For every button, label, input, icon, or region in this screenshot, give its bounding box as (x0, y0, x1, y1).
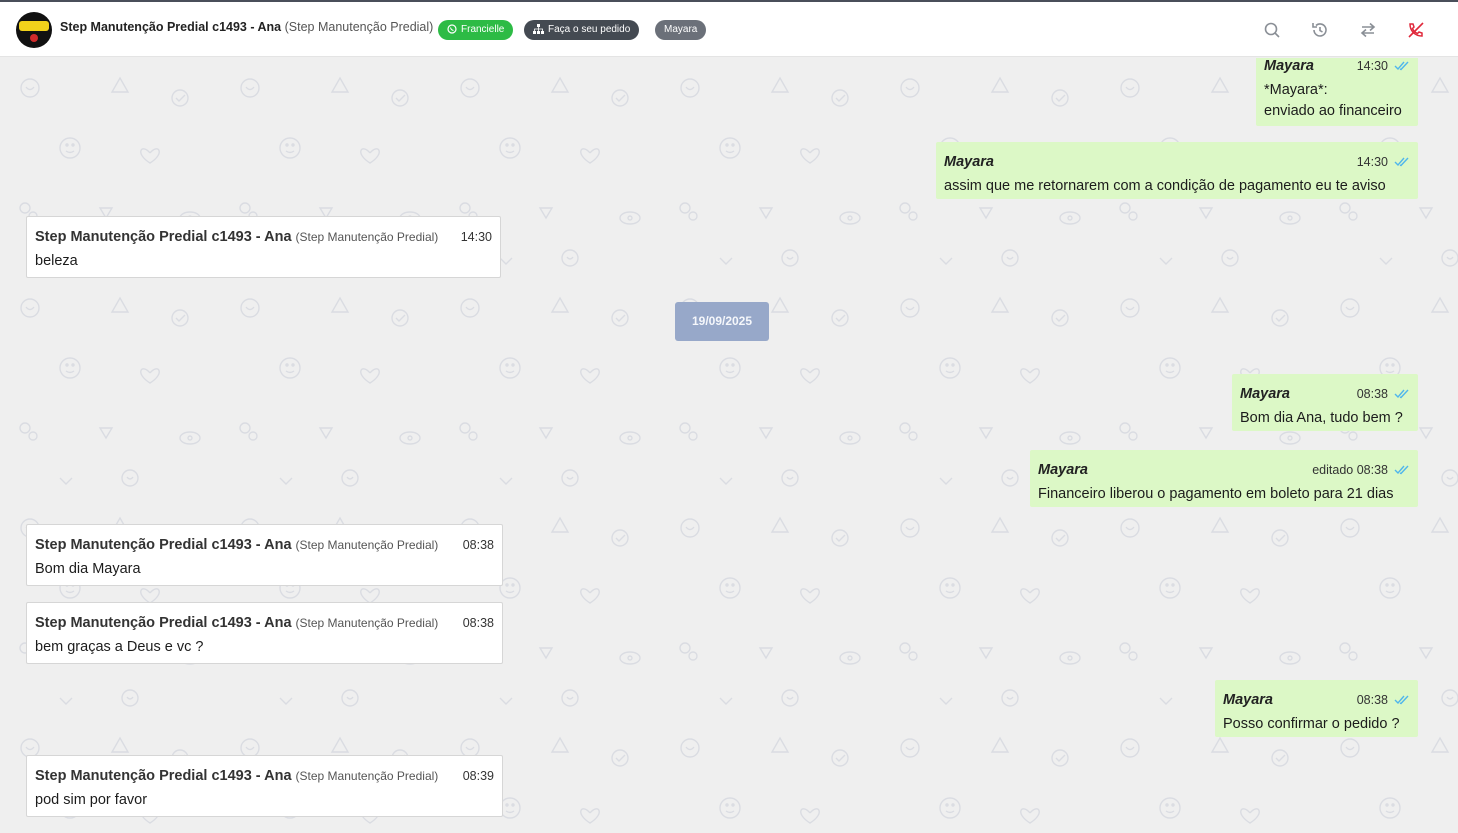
message-time: 08:39 (462, 769, 494, 783)
sender-name: Step Manutenção Predial c1493 - Ana (35, 537, 292, 553)
contact-avatar[interactable] (16, 12, 52, 48)
history-icon[interactable] (1310, 20, 1330, 40)
double-check-read-icon (1394, 465, 1409, 475)
message-area[interactable]: Mayara 14:30 *Mayara*: enviado ao financ… (0, 58, 1458, 833)
transfer-icon[interactable] (1358, 20, 1378, 40)
message-time: 14:30 (460, 230, 492, 244)
message-bubble-incoming[interactable]: Step Manutenção Predial c1493 - Ana (Step… (26, 216, 501, 278)
sender-org: (Step Manutenção Predial) (295, 230, 439, 244)
message-time: 08:38 (462, 616, 494, 630)
message-text: pod sim por favor (35, 792, 148, 808)
sender-name: Mayara (944, 154, 994, 170)
message-bubble-outgoing[interactable]: Mayara 08:38 Posso confirmar o pedido ? (1215, 680, 1418, 737)
double-check-read-icon (1394, 157, 1409, 167)
message-text: Posso confirmar o pedido ? (1223, 716, 1400, 732)
sender-org: (Step Manutenção Predial) (295, 538, 439, 552)
sender-name: Mayara (1240, 386, 1290, 402)
contact-title[interactable]: Step Manutenção Predial c1493 - Ana (Ste… (60, 20, 433, 34)
message-bubble-outgoing[interactable]: Mayara 14:30 assim que me retornarem com… (936, 142, 1418, 199)
message-time: 08:38 (1356, 387, 1388, 401)
message-text: Financeiro liberou o pagamento em boleto… (1038, 486, 1394, 502)
end-call-icon[interactable] (1406, 20, 1426, 40)
message-time: 14:30 (1356, 155, 1388, 169)
sender-name: Step Manutenção Predial c1493 - Ana (35, 615, 292, 631)
sender-name: Mayara (1038, 462, 1088, 478)
agent-tag[interactable]: Mayara (655, 20, 707, 40)
double-check-read-icon (1394, 61, 1409, 71)
message-text: Bom dia Mayara (35, 561, 141, 577)
order-tag[interactable]: Faça o seu pedido (524, 20, 640, 40)
message-bubble-incoming[interactable]: Step Manutenção Predial c1493 - Ana (Step… (26, 755, 503, 817)
date-separator: 19/09/2025 (675, 302, 769, 341)
contact-name: Step Manutenção Predial c1493 - Ana (60, 20, 282, 34)
order-tag-label: Faça o seu pedido (548, 24, 631, 35)
sender-name: Mayara (1223, 692, 1273, 708)
sender-name: Step Manutenção Predial c1493 - Ana (35, 768, 292, 784)
message-bubble-outgoing[interactable]: Mayara 08:38 Bom dia Ana, tudo bem ? (1232, 374, 1418, 431)
whatsapp-user-label: Francielle (461, 24, 505, 35)
message-text: assim que me retornarem com a condição d… (944, 178, 1386, 194)
whatsapp-connection-tag[interactable]: Francielle (438, 20, 514, 40)
sender-org: (Step Manutenção Predial) (295, 616, 439, 630)
message-bubble-incoming[interactable]: Step Manutenção Predial c1493 - Ana (Step… (26, 602, 503, 664)
message-text: Bom dia Ana, tudo bem ? (1240, 410, 1403, 426)
message-text: beleza (35, 253, 78, 269)
message-text: *Mayara*: enviado ao financeiro (1264, 80, 1402, 122)
agent-tag-label: Mayara (664, 24, 698, 35)
message-time: 08:38 (1356, 693, 1388, 707)
chat-header: Step Manutenção Predial c1493 - Ana (Ste… (0, 2, 1458, 57)
sitemap-icon (533, 24, 544, 34)
message-line: enviado ao financeiro (1264, 103, 1402, 119)
message-bubble-incoming[interactable]: Step Manutenção Predial c1493 - Ana (Step… (26, 524, 503, 586)
message-text: bem graças a Deus e vc ? (35, 639, 204, 655)
logo-badge (30, 34, 38, 42)
contact-org: (Step Manutenção Predial) (284, 20, 434, 34)
sender-name: Mayara (1264, 58, 1314, 74)
message-time: 08:38 (462, 538, 494, 552)
search-icon[interactable] (1262, 20, 1282, 40)
message-bubble-outgoing[interactable]: Mayara 14:30 *Mayara*: enviado ao financ… (1256, 58, 1418, 126)
step-logo-mark (19, 21, 49, 31)
message-time: 14:30 (1356, 59, 1388, 73)
message-time: editado 08:38 (1312, 463, 1388, 477)
message-bubble-outgoing[interactable]: Mayara editado 08:38 Financeiro liberou … (1030, 450, 1418, 507)
double-check-read-icon (1394, 695, 1409, 705)
whatsapp-icon (447, 24, 457, 34)
sender-name: Step Manutenção Predial c1493 - Ana (35, 229, 292, 245)
message-line: *Mayara*: (1264, 82, 1328, 98)
edited-label: editado (1312, 463, 1354, 477)
message-time-value: 08:38 (1356, 463, 1388, 477)
sender-org: (Step Manutenção Predial) (295, 769, 439, 783)
double-check-read-icon (1394, 389, 1409, 399)
